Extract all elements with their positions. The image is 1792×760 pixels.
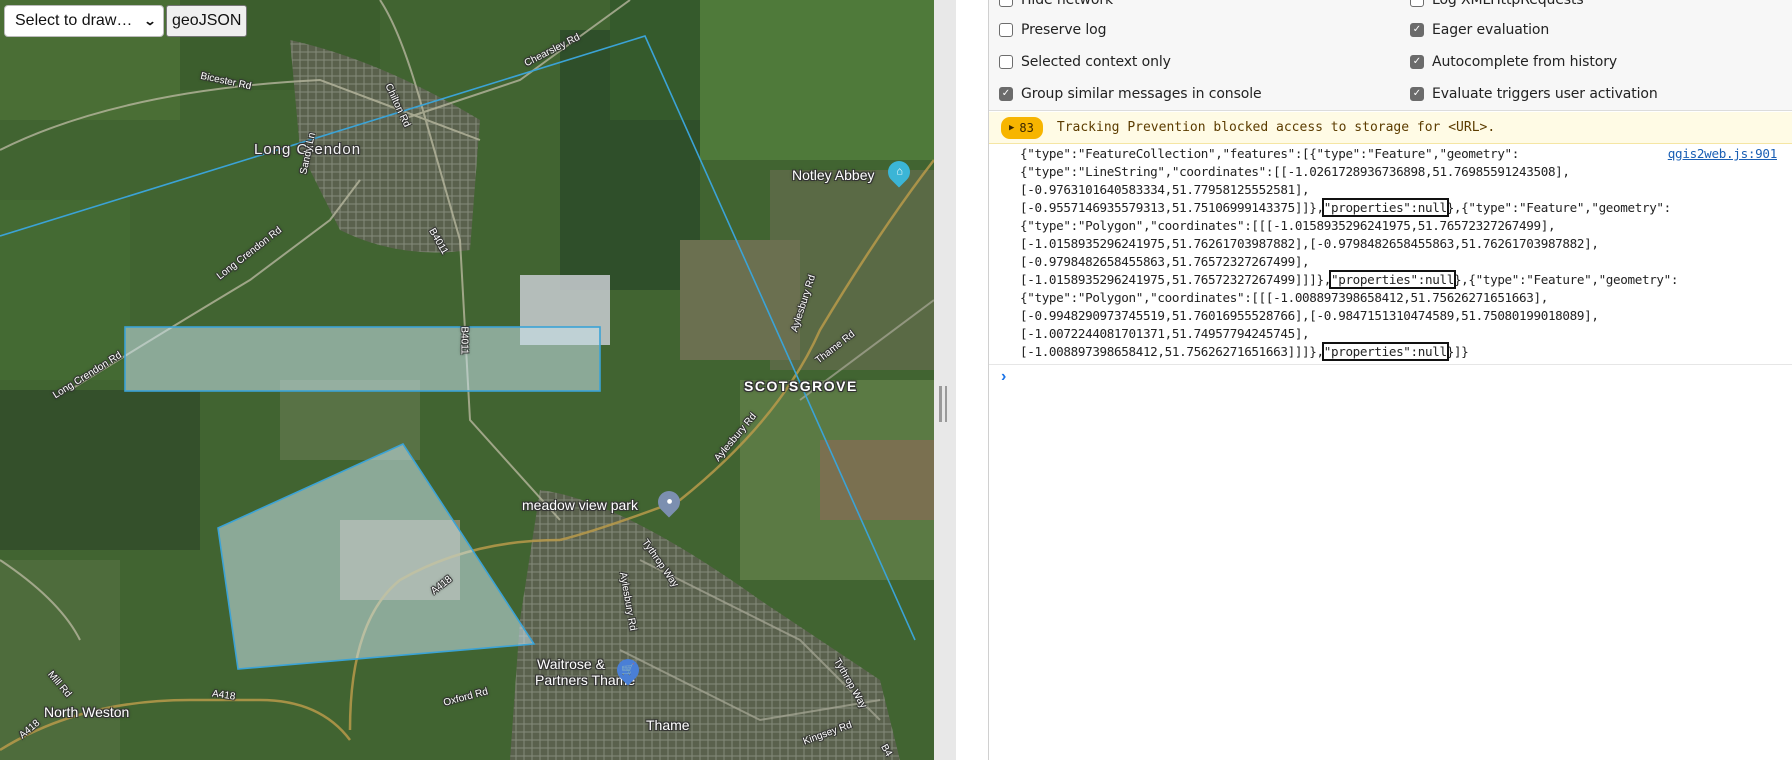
- highlighted-properties-null: "properties":null: [1321, 198, 1449, 217]
- log-text-segment: [-1.0158935296241975,51.76261703987882],…: [1020, 236, 1599, 251]
- draw-type-select-value: Select to draw…: [15, 12, 133, 29]
- setting-preserve-log[interactable]: Preserve log: [999, 22, 1107, 38]
- setting-group-similar[interactable]: ✓ Group similar messages in console: [999, 86, 1262, 102]
- log-line: {"type":"LineString","coordinates":[[-1.…: [1020, 163, 1680, 181]
- geojson-button[interactable]: geoJSON: [166, 5, 248, 37]
- console-settings: Hide network Preserve log Selected conte…: [989, 0, 1792, 111]
- setting-selected-context-only[interactable]: Selected context only: [999, 54, 1171, 70]
- log-line: [-0.9798482658455863,51.76572327267499],: [1020, 253, 1680, 271]
- log-text-segment: [-0.9763101640583334,51.77958125552581],: [1020, 182, 1310, 197]
- checkbox-checked-icon[interactable]: ✓: [1410, 55, 1424, 69]
- log-text-segment: [-1.008897398658412,51.75626271651663]]]…: [1020, 344, 1324, 359]
- highlighted-properties-null: "properties":null: [1328, 270, 1456, 289]
- log-line: [-1.0158935296241975,51.76572327267499]]…: [1020, 270, 1680, 289]
- app-window: Long Crendon Chearsley Rd Bicester Rd Ch…: [0, 0, 1792, 760]
- setting-eager-evaluation[interactable]: ✓ Eager evaluation: [1410, 22, 1549, 38]
- devtools-gutter: [956, 0, 989, 760]
- warning-text: Tracking Prevention blocked access to st…: [1056, 120, 1496, 135]
- warning-count-badge[interactable]: ▶ 83: [1001, 116, 1043, 139]
- log-line: [-1.0072244081701371,51.74957794245745],: [1020, 325, 1680, 343]
- log-text-segment: [-0.9948290973745519,51.76016955528766],…: [1020, 308, 1599, 323]
- checkbox-checked-icon[interactable]: ✓: [999, 87, 1013, 101]
- setting-hide-network[interactable]: Hide network: [999, 0, 1113, 8]
- log-text-segment: [-0.9798482658455863,51.76572327267499],: [1020, 254, 1310, 269]
- highlighted-properties-null: "properties":null: [1321, 342, 1449, 361]
- log-text-segment: },{"type":"Feature","geometry":: [1453, 272, 1679, 287]
- log-text-segment: },{"type":"Feature","geometry":: [1446, 200, 1672, 215]
- rectangle-polygon-feature[interactable]: [124, 326, 601, 392]
- label-waitrose-line1: Waitrose &: [537, 656, 605, 672]
- log-line: {"type":"FeatureCollection","features":[…: [1020, 145, 1680, 163]
- log-text-segment: [-0.9557146935579313,51.75106999143375]]…: [1020, 200, 1324, 215]
- checkbox[interactable]: [1410, 0, 1424, 7]
- label-meadow-view-park: meadow view park: [522, 497, 638, 513]
- setting-autocomplete-history[interactable]: ✓ Autocomplete from history: [1410, 54, 1617, 70]
- source-link[interactable]: qgis2web.js:901: [1668, 146, 1778, 161]
- log-line: {"type":"Polygon","coordinates":[[[-1.00…: [1020, 289, 1680, 307]
- drag-handle-icon[interactable]: [939, 386, 947, 422]
- checkbox-checked-icon[interactable]: ✓: [1410, 23, 1424, 37]
- log-line: {"type":"Polygon","coordinates":[[[-1.01…: [1020, 217, 1680, 235]
- checkbox[interactable]: [999, 0, 1013, 7]
- setting-evaluate-triggers-activation[interactable]: ✓ Evaluate triggers user activation: [1410, 86, 1658, 102]
- log-text-segment: }]}: [1446, 344, 1469, 359]
- console-log-entry: {"type":"FeatureCollection","features":[…: [989, 145, 1792, 365]
- log-line: [-0.9557146935579313,51.75106999143375]]…: [1020, 198, 1680, 217]
- log-text-segment: {"type":"Polygon","coordinates":[[[-1.00…: [1020, 290, 1548, 305]
- label-notley-abbey: Notley Abbey: [792, 167, 875, 183]
- expand-triangle-icon: ▶: [1009, 122, 1015, 133]
- log-text-segment: [-1.0072244081701371,51.74957794245745],: [1020, 326, 1310, 341]
- log-text-segment: {"type":"FeatureCollection","features":[…: [1020, 146, 1520, 161]
- log-line: [-0.9948290973745519,51.76016955528766],…: [1020, 307, 1680, 325]
- setting-log-xmlhttprequests[interactable]: Log XMLHttpRequests: [1410, 0, 1584, 8]
- draw-type-select[interactable]: Select to draw… ⌄: [4, 5, 164, 37]
- label-b4011-2: B4011: [458, 326, 470, 355]
- checkbox[interactable]: [999, 23, 1013, 37]
- draw-controls: Select to draw… ⌄ geoJSON: [4, 5, 248, 37]
- console-input[interactable]: [1021, 366, 1792, 390]
- log-text-segment: {"type":"LineString","coordinates":[[-1.…: [1020, 164, 1570, 179]
- console-prompt-icon: ›: [1001, 368, 1007, 385]
- checkbox-checked-icon[interactable]: ✓: [1410, 87, 1424, 101]
- log-text-segment: [-1.0158935296241975,51.76572327267499]]…: [1020, 272, 1331, 287]
- label-north-weston: North Weston: [44, 704, 130, 720]
- checkbox[interactable]: [999, 55, 1013, 69]
- quad-polygon-feature[interactable]: [217, 442, 536, 670]
- chevron-down-icon: ⌄: [143, 14, 157, 28]
- console-warning-message: ▶ 83 Tracking Prevention blocked access …: [989, 112, 1792, 144]
- log-line: [-0.9763101640583334,51.77958125552581],: [1020, 181, 1680, 199]
- log-line: [-1.0158935296241975,51.76261703987882],…: [1020, 235, 1680, 253]
- log-line: [-1.008897398658412,51.75626271651663]]]…: [1020, 342, 1680, 361]
- panel-splitter[interactable]: [934, 0, 956, 760]
- label-scotsgrove: SCOTSGROVE: [744, 378, 858, 394]
- geojson-log-output[interactable]: {"type":"FeatureCollection","features":[…: [1020, 145, 1680, 361]
- devtools-console-panel: Hide network Preserve log Selected conte…: [989, 0, 1792, 760]
- label-thame: Thame: [646, 717, 690, 733]
- map-view[interactable]: Long Crendon Chearsley Rd Bicester Rd Ch…: [0, 0, 934, 760]
- log-text-segment: {"type":"Polygon","coordinates":[[[-1.01…: [1020, 218, 1556, 233]
